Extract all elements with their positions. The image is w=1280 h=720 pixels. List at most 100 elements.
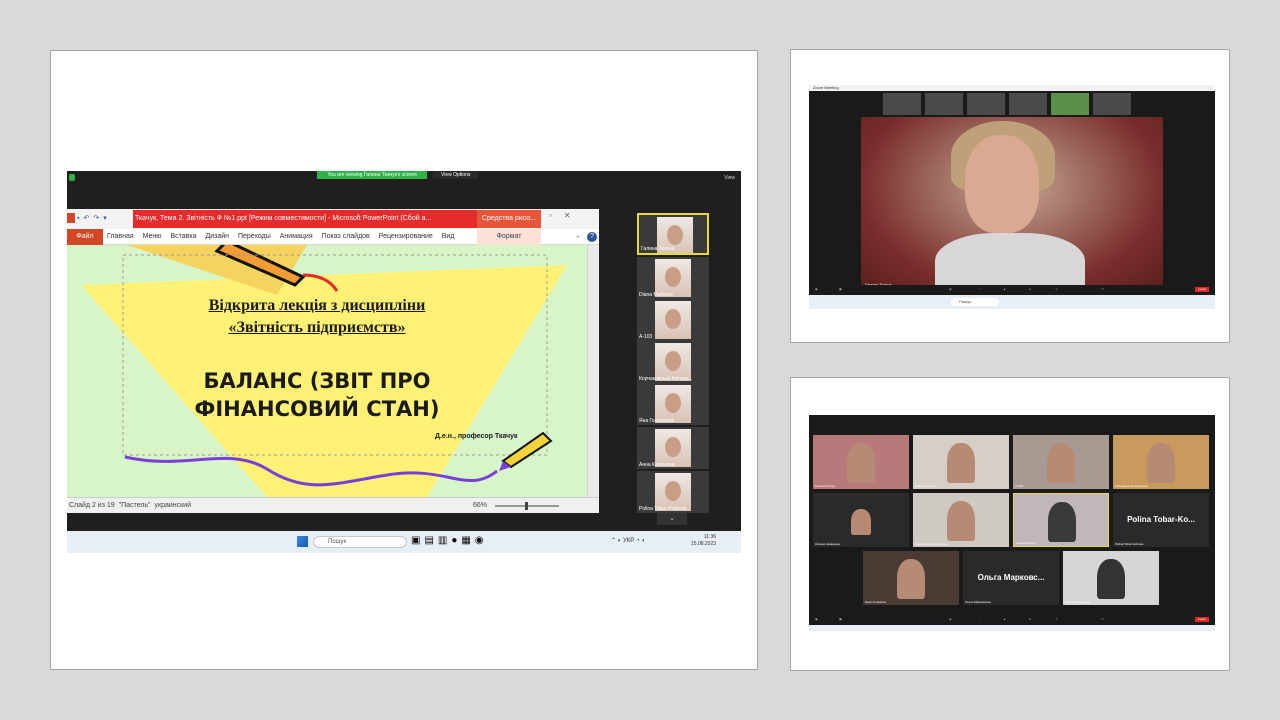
participant-thumbnail[interactable]: [883, 93, 921, 115]
gallery-tile[interactable]: Галина Ткачук: [1013, 493, 1109, 547]
tab-home[interactable]: Главная: [107, 233, 134, 240]
active-speaker-video: Галина Ткачук: [861, 117, 1163, 289]
camera-icon[interactable]: ▣: [839, 617, 842, 621]
file-tab[interactable]: Файл: [67, 229, 103, 245]
ribbon: Файл Главная Меню Вставка Дизайн Переход…: [67, 229, 599, 245]
participant-tile[interactable]: Diana Markova: [637, 257, 709, 299]
camera-icon[interactable]: ▣: [839, 287, 842, 291]
tab-slideshow[interactable]: Показ слайдов: [322, 233, 370, 240]
participant-thumbnail[interactable]: [967, 93, 1005, 115]
gallery-tile[interactable]: Галина Ткачук: [813, 435, 909, 489]
tab-design[interactable]: Дизайн: [205, 233, 229, 240]
tile-name: Polina Tobar-Kobrera: [1115, 542, 1144, 546]
participant-thumbnail[interactable]: [925, 93, 963, 115]
window-title: Ткачук, Тема 2. Звітність Ф №1.ppt [Режи…: [133, 210, 477, 228]
tab-animation[interactable]: Анимация: [280, 233, 313, 240]
participants-icon[interactable]: ◍: [949, 617, 952, 621]
meeting-controls: ◉ ▣ ◍ ◌ ▲ ● ☺ ▭ Leave: [809, 615, 1215, 625]
clock-date: 15.08.2023: [691, 541, 717, 547]
participants-icon[interactable]: ◍: [949, 287, 952, 291]
mic-icon[interactable]: ◉: [815, 617, 818, 621]
powerpoint-window: ▪↶↷▾ Ткачук, Тема 2. Звітність Ф №1.ppt …: [67, 209, 599, 513]
share-screen-icon[interactable]: ▲: [1003, 617, 1006, 621]
chevron-down-icon[interactable]: ⌄: [657, 513, 687, 525]
gallery-tile[interactable]: Христя Бондарчук: [1063, 551, 1159, 605]
tile-name: Галина Ткачук: [815, 484, 835, 488]
zoom-gallery-window: Галина Ткачук Diana Markova A-103 Корчак…: [809, 415, 1215, 631]
participant-tile[interactable]: Яна Головатюк: [637, 383, 709, 425]
powerpoint-icon: [67, 213, 75, 223]
taskbar-app-icons[interactable]: ▣▤▥●▦◉: [411, 535, 488, 546]
gallery-tile[interactable]: Корчаковська Катерина: [913, 493, 1009, 547]
windows-taskbar: Пошук: [809, 295, 1215, 309]
taskbar-clock[interactable]: 11:36 15.08.2023: [691, 534, 716, 548]
chat-icon[interactable]: ◌: [979, 617, 981, 621]
participant-tile[interactable]: Корчаковська Катери...: [637, 341, 709, 383]
participant-name: Diana Markova: [639, 292, 673, 298]
gallery-view-panel: Галина Ткачук Diana Markova A-103 Корчак…: [790, 377, 1230, 671]
gallery-tile[interactable]: Ксюша Назаренко: [813, 493, 909, 547]
mic-icon[interactable]: ◉: [815, 287, 818, 291]
slide-heading-line1: Відкрита лекція з дисципліни: [208, 297, 426, 314]
windows-taskbar: [809, 625, 1215, 631]
tile-name: Галина Ткачук: [1016, 541, 1036, 545]
slide-author: Д.е.н., професор Ткачук: [435, 433, 518, 440]
participant-tile[interactable]: Polina Tobar-Kobrera: [637, 471, 709, 513]
tab-format[interactable]: Формат: [477, 229, 541, 245]
system-tray[interactable]: ⌃ ◐ УКР ◔ ◖: [611, 537, 645, 544]
gallery-tile[interactable]: Polina Tobar-Ko... Polina Tobar-Kobrera: [1113, 493, 1209, 547]
participant-name: Анна Калинина: [639, 462, 675, 468]
share-banner: You are viewing Галина Ткачук's screen: [317, 171, 427, 179]
quick-access-toolbar[interactable]: ▪↶↷▾: [77, 214, 111, 222]
whiteboard-icon[interactable]: ▭: [1101, 287, 1104, 291]
tab-view[interactable]: Вид: [442, 233, 455, 240]
vertical-scrollbar[interactable]: [587, 245, 599, 497]
record-icon[interactable]: ●: [1029, 287, 1031, 291]
slide-heading-line2: «Звітність підприємств»: [228, 319, 406, 336]
gallery-tile[interactable]: A-103: [1013, 435, 1109, 489]
status-language[interactable]: украинский: [155, 502, 192, 509]
tab-menu[interactable]: Меню: [143, 233, 162, 240]
window-controls[interactable]: ▫✕: [549, 211, 583, 220]
tab-review[interactable]: Рецензирование: [379, 233, 433, 240]
participant-name: Корчаковська Катери...: [639, 376, 693, 382]
drawing-tools-tab[interactable]: Средства рисо...: [477, 210, 541, 228]
zoom-percent[interactable]: 66%: [473, 498, 487, 514]
ppt-title-bar: ▪↶↷▾ Ткачук, Тема 2. Звітність Ф №1.ppt …: [67, 209, 599, 229]
tab-insert[interactable]: Вставка: [170, 233, 196, 240]
participant-thumbnail[interactable]: [1051, 93, 1089, 115]
tab-transitions[interactable]: Переходы: [238, 233, 271, 240]
participant-name: А-103: [639, 334, 653, 340]
help-icon[interactable]: ?: [587, 232, 597, 242]
participant-tile[interactable]: Галина Ткачук: [637, 213, 709, 255]
view-options-button[interactable]: View Options: [433, 171, 479, 179]
leave-button[interactable]: Leave: [1195, 287, 1209, 292]
participant-thumbnail[interactable]: [1009, 93, 1047, 115]
slide-canvas[interactable]: Відкрита лекція з дисципліни «Звітність …: [67, 245, 599, 497]
taskbar-search[interactable]: Пошук: [313, 536, 407, 548]
status-theme: "Пастель": [118, 502, 151, 509]
clock-time: 11:36: [703, 534, 717, 540]
participant-thumbnail[interactable]: [1093, 93, 1131, 115]
participant-tile[interactable]: Анна Калинина: [637, 427, 709, 469]
gallery-tile[interactable]: Корчаковська Катерина: [1113, 435, 1209, 489]
reactions-icon[interactable]: ☺: [1055, 287, 1058, 291]
chat-icon[interactable]: ◌: [979, 287, 981, 291]
share-screen-icon[interactable]: ▲: [1003, 287, 1006, 291]
tile-name: Корчаковська Катерина: [915, 542, 948, 546]
name-card-text: Ольга Марковс...: [977, 573, 1045, 582]
gallery-tile[interactable]: Diana Markova: [913, 435, 1009, 489]
view-button[interactable]: View: [724, 175, 735, 181]
whiteboard-icon[interactable]: ▭: [1101, 617, 1104, 621]
gallery-tile[interactable]: Яна Головатюк: [863, 551, 959, 605]
windows-start-icon[interactable]: [297, 536, 308, 547]
keyboard-language[interactable]: УКР: [623, 538, 634, 544]
taskbar-search[interactable]: Пошук: [951, 298, 999, 306]
zoom-slider-handle[interactable]: [525, 502, 528, 510]
reactions-icon[interactable]: ☺: [1055, 617, 1058, 621]
participant-tile[interactable]: А-103: [637, 299, 709, 341]
tile-name: Корчаковська Катерина: [1115, 484, 1148, 488]
record-icon[interactable]: ●: [1029, 617, 1031, 621]
gallery-tile[interactable]: Ольга Марковс... Ольга Марковська: [963, 551, 1059, 605]
leave-button[interactable]: Leave: [1195, 617, 1209, 622]
